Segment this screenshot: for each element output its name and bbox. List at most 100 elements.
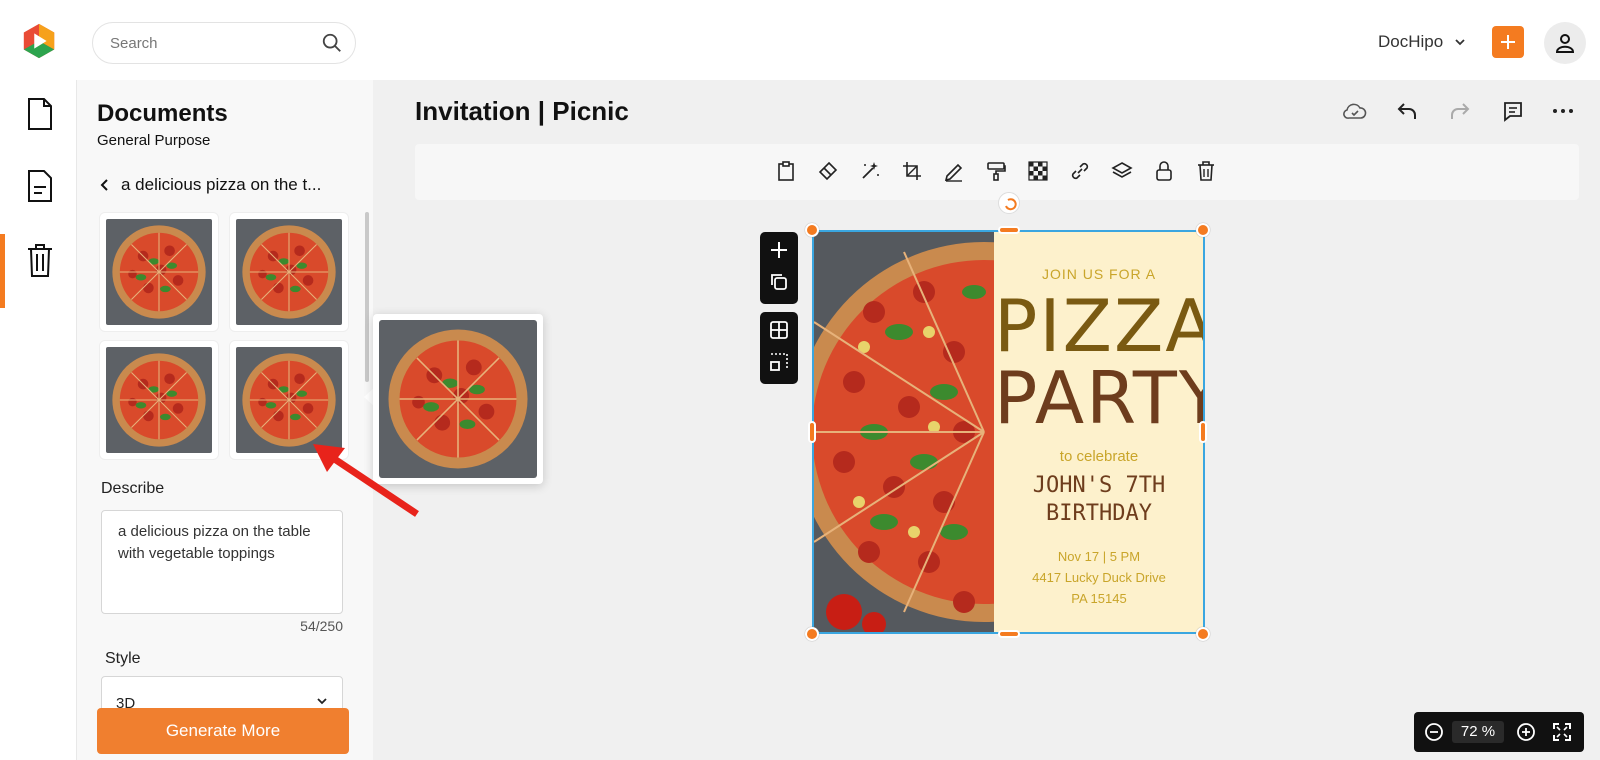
duplicate-page-icon[interactable] bbox=[769, 272, 789, 292]
rail-documents[interactable] bbox=[24, 168, 56, 204]
invite-honoree[interactable]: JOHN'S 7TH BIRTHDAY bbox=[994, 472, 1203, 528]
describe-label: Describe bbox=[101, 480, 165, 497]
invite-details[interactable]: Nov 17 | 5 PM 4417 Lucky Duck Drive PA 1… bbox=[994, 546, 1203, 609]
cloud-check-icon bbox=[1343, 103, 1367, 119]
tool-transparency[interactable] bbox=[1025, 158, 1051, 184]
user-icon bbox=[1555, 34, 1575, 53]
invite-address-line1: 4417 Lucky Duck Drive bbox=[1032, 570, 1166, 585]
select-area-icon[interactable] bbox=[769, 352, 789, 372]
undo-icon bbox=[1397, 103, 1416, 119]
crop-icon bbox=[903, 162, 921, 180]
rail-trash[interactable] bbox=[24, 242, 56, 278]
search-box[interactable]: Search bbox=[92, 22, 356, 64]
paint-roller-icon bbox=[987, 162, 1006, 181]
pencil-icon bbox=[944, 163, 963, 182]
generated-image-3[interactable] bbox=[99, 340, 219, 460]
style-label: Style bbox=[105, 650, 141, 667]
top-bar: Search DocHipo bbox=[0, 0, 1600, 80]
transparency-icon bbox=[1028, 161, 1048, 181]
rail-active-indicator bbox=[0, 234, 5, 308]
resize-handle-bottom-right[interactable] bbox=[1196, 627, 1210, 641]
page-tools bbox=[760, 232, 798, 304]
annotation-arrow bbox=[313, 444, 419, 517]
panel-subtitle: General Purpose bbox=[97, 132, 211, 149]
resize-handle-top[interactable] bbox=[998, 226, 1020, 234]
more-options-button[interactable] bbox=[1550, 98, 1576, 124]
fullscreen-icon[interactable] bbox=[1552, 722, 1572, 742]
invite-name-line2: BIRTHDAY bbox=[1046, 501, 1152, 526]
add-page-icon[interactable] bbox=[769, 240, 789, 260]
undo-button[interactable] bbox=[1394, 98, 1420, 124]
resize-handle-bottom-left[interactable] bbox=[805, 627, 819, 641]
redo-icon bbox=[1451, 103, 1470, 119]
zoom-level[interactable]: 72 % bbox=[1452, 721, 1504, 743]
character-counter: 54/250 bbox=[300, 618, 343, 634]
tool-lock[interactable] bbox=[1151, 158, 1177, 184]
generated-image-2[interactable] bbox=[229, 212, 349, 332]
dochipo-logo[interactable] bbox=[20, 22, 58, 60]
resize-handle-top-left[interactable] bbox=[805, 223, 819, 237]
generated-image-1[interactable] bbox=[99, 212, 219, 332]
tool-crop[interactable] bbox=[899, 158, 925, 184]
resize-handle-bottom[interactable] bbox=[998, 630, 1020, 638]
file-icon bbox=[28, 98, 52, 130]
panel-scrollbar[interactable] bbox=[365, 212, 369, 382]
redo-button[interactable] bbox=[1447, 98, 1473, 124]
search-icon[interactable] bbox=[321, 32, 343, 54]
element-toolbar bbox=[415, 144, 1579, 200]
zoom-in-icon[interactable] bbox=[1516, 722, 1536, 742]
rotate-icon bbox=[1005, 198, 1017, 211]
plus-icon bbox=[1501, 35, 1515, 49]
lock-icon bbox=[1156, 161, 1172, 181]
invitation-card[interactable]: JOIN US FOR A PIZZA PARTY to celebrate J… bbox=[812, 230, 1205, 634]
tool-magic[interactable] bbox=[857, 158, 883, 184]
tool-edit[interactable] bbox=[941, 158, 967, 184]
clipboard-icon bbox=[778, 161, 794, 181]
back-to-results[interactable]: a delicious pizza on the t... bbox=[99, 174, 321, 196]
account-name[interactable]: DocHipo bbox=[1378, 32, 1443, 52]
panel-title: Documents bbox=[97, 100, 228, 127]
invite-intro[interactable]: JOIN US FOR A bbox=[994, 266, 1203, 282]
document-icon bbox=[28, 170, 52, 202]
side-panel: Documents General Purpose a delicious pi… bbox=[77, 80, 373, 760]
search-input[interactable]: Search bbox=[110, 35, 158, 52]
pizza-photo[interactable] bbox=[814, 232, 994, 632]
comments-button[interactable] bbox=[1500, 98, 1526, 124]
zoom-out-icon[interactable] bbox=[1424, 722, 1444, 742]
rail-new-document[interactable] bbox=[24, 96, 56, 132]
describe-textarea[interactable]: a delicious pizza on the table with vege… bbox=[101, 510, 343, 614]
grid-icon[interactable] bbox=[769, 320, 789, 340]
invitation-text: JOIN US FOR A PIZZA PARTY to celebrate J… bbox=[994, 232, 1203, 632]
invite-address-line2: PA 15145 bbox=[1071, 591, 1127, 606]
generate-more-button[interactable]: Generate More bbox=[97, 708, 349, 754]
document-title[interactable]: Invitation | Picnic bbox=[415, 96, 629, 127]
cloud-save-button[interactable] bbox=[1342, 98, 1368, 124]
chevron-down-icon[interactable] bbox=[1454, 36, 1466, 48]
tool-paste[interactable] bbox=[773, 158, 799, 184]
more-horizontal-icon bbox=[1553, 109, 1573, 113]
tool-delete[interactable] bbox=[1193, 158, 1219, 184]
resize-handle-top-right[interactable] bbox=[1196, 223, 1210, 237]
tool-eraser[interactable] bbox=[815, 158, 841, 184]
tool-layers[interactable] bbox=[1109, 158, 1135, 184]
rotate-handle[interactable] bbox=[998, 192, 1020, 214]
chevron-down-icon bbox=[317, 698, 327, 705]
invite-name-line1: JOHN'S 7TH bbox=[1032, 473, 1166, 498]
trash-icon bbox=[1198, 161, 1214, 181]
invite-headline-party[interactable]: PARTY bbox=[994, 360, 1203, 436]
create-button[interactable] bbox=[1492, 26, 1524, 58]
resize-handle-right[interactable] bbox=[1199, 421, 1207, 443]
tool-format-painter[interactable] bbox=[983, 158, 1009, 184]
left-rail bbox=[0, 80, 77, 760]
invite-celebrate[interactable]: to celebrate bbox=[994, 448, 1203, 465]
trash-icon bbox=[28, 244, 52, 277]
invite-date: Nov 17 | 5 PM bbox=[1057, 549, 1141, 564]
tool-link[interactable] bbox=[1067, 158, 1093, 184]
magic-wand-icon bbox=[862, 162, 879, 179]
invite-headline-pizza[interactable]: PIZZA bbox=[994, 288, 1203, 364]
layout-tools bbox=[760, 312, 798, 384]
link-icon bbox=[1071, 162, 1089, 180]
zoom-control: 72 % bbox=[1414, 712, 1584, 752]
user-menu-button[interactable] bbox=[1544, 22, 1586, 64]
resize-handle-left[interactable] bbox=[808, 421, 816, 443]
